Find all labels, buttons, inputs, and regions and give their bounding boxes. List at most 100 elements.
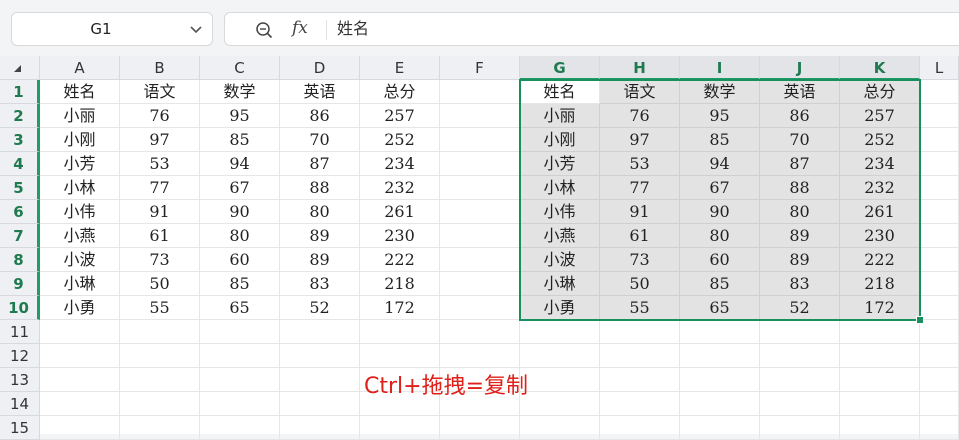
grid-cell[interactable] xyxy=(520,320,600,344)
grid-cell[interactable] xyxy=(120,392,200,416)
row-header-2[interactable]: 2 xyxy=(0,104,40,128)
grid-cell[interactable] xyxy=(920,368,959,392)
grid-cell[interactable] xyxy=(680,368,760,392)
row-header-8[interactable]: 8 xyxy=(0,248,40,272)
copied-table-header-cell[interactable]: 数学 xyxy=(680,80,760,104)
column-header-h[interactable]: H xyxy=(600,56,680,80)
grid-cell[interactable] xyxy=(440,248,520,272)
copied-table-data-cell[interactable]: 50 xyxy=(600,272,680,296)
grid-cell[interactable] xyxy=(360,344,440,368)
copied-table-data-cell[interactable]: 89 xyxy=(760,248,840,272)
column-header-d[interactable]: D xyxy=(280,56,360,80)
copied-table-data-cell[interactable]: 234 xyxy=(840,152,920,176)
source-table-data-cell[interactable]: 80 xyxy=(200,224,280,248)
grid-cell[interactable] xyxy=(280,320,360,344)
grid-cell[interactable] xyxy=(840,344,920,368)
copied-table-data-cell[interactable]: 85 xyxy=(680,272,760,296)
copied-table-data-cell[interactable]: 261 xyxy=(840,200,920,224)
grid-cell[interactable] xyxy=(40,368,120,392)
source-table-data-cell[interactable]: 86 xyxy=(280,104,360,128)
copied-table-data-cell[interactable]: 80 xyxy=(760,200,840,224)
grid-cell[interactable] xyxy=(200,368,280,392)
grid-cell[interactable] xyxy=(920,344,959,368)
grid-cell[interactable] xyxy=(440,128,520,152)
source-table-data-cell[interactable]: 53 xyxy=(120,152,200,176)
column-header-a[interactable]: A xyxy=(40,56,120,80)
source-table-data-cell[interactable]: 55 xyxy=(120,296,200,320)
source-table-data-cell[interactable]: 67 xyxy=(200,176,280,200)
copied-table-header-cell[interactable]: 姓名 xyxy=(520,80,600,104)
copied-table-data-cell[interactable]: 60 xyxy=(680,248,760,272)
copied-table-data-cell[interactable]: 172 xyxy=(840,296,920,320)
source-table-data-cell[interactable]: 小刚 xyxy=(40,128,120,152)
grid-cell[interactable] xyxy=(920,272,959,296)
source-table-data-cell[interactable]: 89 xyxy=(280,248,360,272)
source-table-data-cell[interactable]: 76 xyxy=(120,104,200,128)
source-table-data-cell[interactable]: 小芳 xyxy=(40,152,120,176)
copied-table-data-cell[interactable]: 70 xyxy=(760,128,840,152)
copied-table-data-cell[interactable]: 小刚 xyxy=(520,128,600,152)
copied-table-data-cell[interactable]: 85 xyxy=(680,128,760,152)
grid-cell[interactable] xyxy=(40,416,120,440)
column-header-f[interactable]: F xyxy=(440,56,520,80)
grid-cell[interactable] xyxy=(920,152,959,176)
grid-cell[interactable] xyxy=(920,176,959,200)
grid-cell[interactable] xyxy=(920,128,959,152)
copied-table-data-cell[interactable]: 95 xyxy=(680,104,760,128)
source-table-data-cell[interactable]: 小勇 xyxy=(40,296,120,320)
copied-table-data-cell[interactable]: 小燕 xyxy=(520,224,600,248)
copied-table-data-cell[interactable]: 89 xyxy=(760,224,840,248)
source-table-data-cell[interactable]: 85 xyxy=(200,272,280,296)
source-table-data-cell[interactable]: 73 xyxy=(120,248,200,272)
copied-table-data-cell[interactable]: 252 xyxy=(840,128,920,152)
copied-table-data-cell[interactable]: 73 xyxy=(600,248,680,272)
source-table-data-cell[interactable]: 小琳 xyxy=(40,272,120,296)
grid-cell[interactable] xyxy=(840,416,920,440)
copied-table-data-cell[interactable]: 94 xyxy=(680,152,760,176)
source-table-data-cell[interactable]: 小伟 xyxy=(40,200,120,224)
grid-cell[interactable] xyxy=(680,344,760,368)
source-table-data-cell[interactable]: 60 xyxy=(200,248,280,272)
source-table-header-cell[interactable]: 总分 xyxy=(360,80,440,104)
column-header-b[interactable]: B xyxy=(120,56,200,80)
copied-table-data-cell[interactable]: 222 xyxy=(840,248,920,272)
source-table-data-cell[interactable]: 261 xyxy=(360,200,440,224)
source-table-data-cell[interactable]: 小林 xyxy=(40,176,120,200)
grid-cell[interactable] xyxy=(440,104,520,128)
source-table-data-cell[interactable]: 232 xyxy=(360,176,440,200)
copied-table-data-cell[interactable]: 小琳 xyxy=(520,272,600,296)
chevron-down-icon[interactable] xyxy=(189,22,203,36)
insert-function-button[interactable]: fx xyxy=(292,18,308,38)
source-table-data-cell[interactable]: 218 xyxy=(360,272,440,296)
source-table-data-cell[interactable]: 83 xyxy=(280,272,360,296)
grid-cell[interactable] xyxy=(440,416,520,440)
grid-cell[interactable] xyxy=(680,392,760,416)
grid-cell[interactable] xyxy=(40,392,120,416)
copied-table-data-cell[interactable]: 257 xyxy=(840,104,920,128)
copied-table-header-cell[interactable]: 语文 xyxy=(600,80,680,104)
row-header-9[interactable]: 9 xyxy=(0,272,40,296)
source-table-data-cell[interactable]: 234 xyxy=(360,152,440,176)
formula-content[interactable]: 姓名 xyxy=(337,13,369,45)
row-header-14[interactable]: 14 xyxy=(0,392,40,416)
row-header-3[interactable]: 3 xyxy=(0,128,40,152)
grid-cell[interactable] xyxy=(920,104,959,128)
grid-cell[interactable] xyxy=(760,344,840,368)
source-table-data-cell[interactable]: 91 xyxy=(120,200,200,224)
copied-table-data-cell[interactable]: 61 xyxy=(600,224,680,248)
copied-table-data-cell[interactable]: 77 xyxy=(600,176,680,200)
grid-cell[interactable] xyxy=(600,392,680,416)
grid-cell[interactable] xyxy=(280,344,360,368)
source-table-data-cell[interactable]: 52 xyxy=(280,296,360,320)
source-table-header-cell[interactable]: 英语 xyxy=(280,80,360,104)
source-table-data-cell[interactable]: 89 xyxy=(280,224,360,248)
grid-cell[interactable] xyxy=(920,80,959,104)
grid-cell[interactable] xyxy=(760,368,840,392)
copied-table-data-cell[interactable]: 232 xyxy=(840,176,920,200)
copied-table-data-cell[interactable]: 91 xyxy=(600,200,680,224)
grid-cell[interactable] xyxy=(920,248,959,272)
grid-cell[interactable] xyxy=(920,296,959,320)
grid-cell[interactable] xyxy=(200,416,280,440)
grid-cell[interactable] xyxy=(760,320,840,344)
grid-cell[interactable] xyxy=(600,368,680,392)
